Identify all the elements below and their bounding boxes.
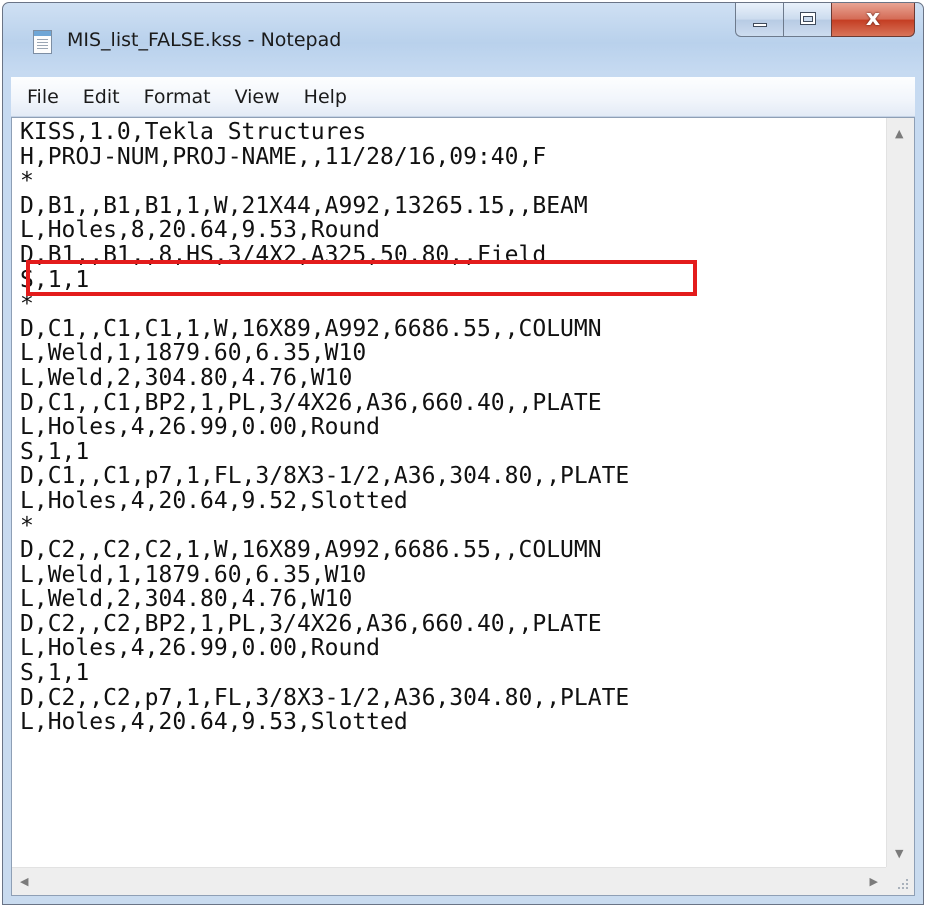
maximize-icon [800, 12, 816, 25]
menu-edit[interactable]: Edit [71, 82, 132, 112]
menu-format[interactable]: Format [132, 82, 223, 112]
text-line: D,C2,,C2,C2,1,W,16X89,A992,6686.55,,COLU… [20, 537, 602, 564]
text-line: * [20, 512, 34, 539]
editor-lines: KISS,1.0,Tekla Structures H,PROJ-NUM,PROJ… [20, 120, 629, 735]
text-line: H,PROJ-NUM,PROJ-NAME,,11/28/16,09:40,F [20, 143, 547, 170]
maximize-button[interactable] [783, 3, 831, 37]
close-icon: x [865, 6, 881, 31]
scroll-up-icon[interactable]: ▲ [895, 128, 903, 139]
scroll-right-icon[interactable]: ▶ [870, 876, 878, 887]
text-line: S,1,1 [20, 438, 90, 465]
menu-help[interactable]: Help [292, 82, 359, 112]
text-line: S,1,1 [20, 660, 90, 687]
text-line: L,Holes,4,26.99,0.00,Round [20, 635, 381, 662]
text-line: * [20, 168, 34, 195]
text-line: D,C2,,C2,p7,1,FL,3/8X3-1/2,A36,304.80,,P… [20, 684, 630, 711]
title-bar[interactable]: MIS_list_FALSE.kss - Notepad x [3, 3, 923, 77]
notepad-icon[interactable] [33, 30, 52, 54]
text-line: D,C2,,C2,BP2,1,PL,3/4X26,A36,660.40,,PLA… [20, 610, 602, 637]
text-line: D,C1,,C1,C1,1,W,16X89,A992,6686.55,,COLU… [20, 315, 602, 342]
client-area: KISS,1.0,Tekla Structures H,PROJ-NUM,PROJ… [11, 117, 915, 896]
close-button[interactable]: x [831, 3, 915, 37]
text-line: L,Weld,1,1879.60,6.35,W10 [20, 340, 367, 367]
grip-dot [906, 887, 908, 889]
notepad-window: MIS_list_FALSE.kss - Notepad x File Edit… [2, 2, 924, 905]
text-line: L,Holes,8,20.64,9.53,Round [20, 217, 381, 244]
minimize-button[interactable] [735, 3, 783, 37]
horizontal-scrollbar[interactable]: ◀ ▶ [12, 867, 886, 895]
text-line: L,Holes,4,20.64,9.53,Slotted [20, 709, 408, 736]
text-line: L,Weld,2,304.80,4.76,W10 [20, 586, 353, 613]
menu-view[interactable]: View [223, 82, 292, 112]
vertical-scrollbar[interactable]: ▲ ▼ [886, 118, 914, 867]
text-line: D,C1,,C1,p7,1,FL,3/8X3-1/2,A36,304.80,,P… [20, 463, 630, 490]
minimize-icon [753, 23, 767, 27]
text-line: KISS,1.0,Tekla Structures [20, 119, 367, 145]
text-line: L,Weld,1,1879.60,6.35,W10 [20, 561, 367, 588]
grip-dot [902, 887, 904, 889]
caption-buttons: x [735, 3, 915, 37]
text-line: L,Weld,2,304.80,4.76,W10 [20, 364, 353, 391]
scroll-left-icon[interactable]: ◀ [20, 876, 28, 887]
text-line: D,B1,,B1,B1,1,W,21X44,A992,13265.15,,BEA… [20, 192, 588, 219]
window-title: MIS_list_FALSE.kss - Notepad [67, 29, 342, 51]
menu-file[interactable]: File [15, 82, 71, 112]
grip-dot [898, 887, 900, 889]
highlight-box [26, 260, 697, 296]
menu-bar: File Edit Format View Help [11, 77, 915, 117]
text-line: L,Holes,4,20.64,9.52,Slotted [20, 487, 408, 514]
text-line: D,C1,,C1,BP2,1,PL,3/4X26,A36,660.40,,PLA… [20, 389, 602, 416]
text-editor[interactable]: KISS,1.0,Tekla Structures H,PROJ-NUM,PROJ… [12, 118, 886, 867]
grip-dot [906, 883, 908, 885]
grip-dot [902, 883, 904, 885]
text-line: L,Holes,4,26.99,0.00,Round [20, 414, 381, 441]
resize-grip[interactable] [886, 867, 914, 895]
scroll-down-icon[interactable]: ▼ [895, 848, 903, 859]
grip-dot [906, 879, 908, 881]
